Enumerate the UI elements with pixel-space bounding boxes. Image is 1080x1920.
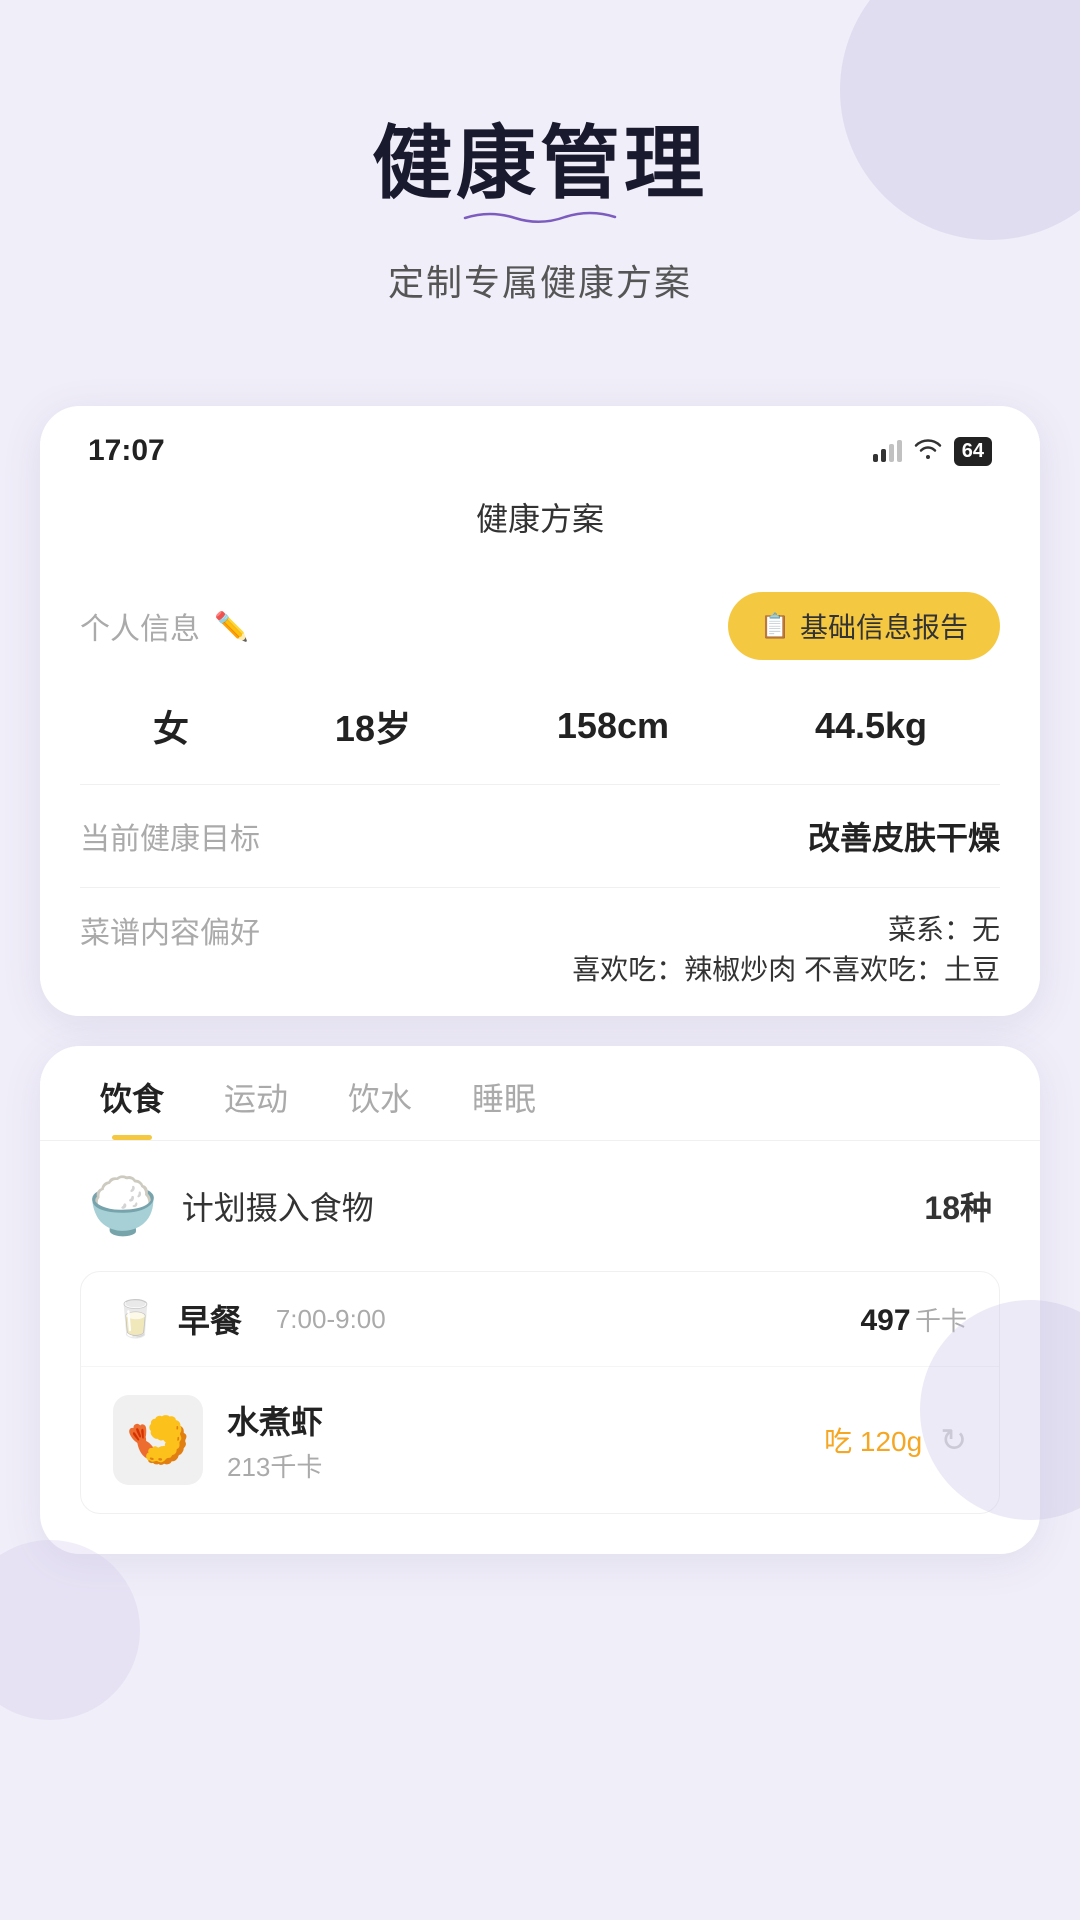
report-button[interactable]: 📋 基础信息报告 (728, 592, 1000, 660)
meal-name: 早餐 (178, 1296, 242, 1342)
phone-card-main: 17:07 64 健康方案 个人信息 ✏️ (40, 406, 1040, 1016)
status-bar: 17:07 64 (40, 406, 1040, 484)
food-bowl-icon: 🍚 (88, 1173, 158, 1239)
report-icon: 📋 (760, 612, 790, 641)
meal-header: 🥛 早餐 7:00-9:00 497 千卡 (81, 1272, 999, 1367)
food-plan-left: 🍚 计划摄入食物 (88, 1173, 374, 1239)
cuisine-line2: 喜欢吃：辣椒炒肉 不喜欢吃：土豆 (572, 948, 1000, 988)
meal-header-left: 🥛 早餐 7:00-9:00 (113, 1296, 386, 1342)
personal-info-label: 个人信息 ✏️ (80, 604, 249, 648)
page-subtitle: 定制专属健康方案 (40, 254, 1040, 306)
food-item-right: 吃 120g ↻ (824, 1420, 967, 1460)
refresh-icon[interactable]: ↻ (940, 1421, 967, 1459)
stat-height: 158cm (557, 705, 669, 747)
meal-icon: 🥛 (113, 1298, 158, 1340)
cuisine-line1: 菜系：无 (888, 908, 1000, 948)
food-info: 水煮虾 213千卡 (227, 1397, 323, 1484)
stat-gender: 女 (153, 700, 189, 752)
cuisine-values: 菜系：无 喜欢吃：辣椒炒肉 不喜欢吃：土豆 (572, 908, 1000, 988)
stat-age: 18岁 (335, 700, 411, 752)
signal-icon (873, 440, 902, 462)
stats-row: 女 18岁 158cm 44.5kg (40, 680, 1040, 784)
page-bottom-spacer (0, 1554, 1080, 1614)
wifi-icon (914, 437, 942, 466)
food-name: 水煮虾 (227, 1397, 323, 1443)
cuisine-row: 菜谱内容偏好 菜系：无 喜欢吃：辣椒炒肉 不喜欢吃：土豆 (40, 888, 1040, 1016)
meal-calories: 497 (860, 1304, 910, 1337)
status-time: 17:07 (88, 434, 165, 468)
nav-title: 健康方案 (40, 484, 1040, 564)
food-amount: 吃 120g (824, 1420, 922, 1460)
meal-cal-unit: 千卡 (915, 1306, 967, 1336)
health-goal-label: 当前健康目标 (80, 814, 260, 858)
title-underline (380, 208, 700, 226)
food-plan-label: 计划摄入食物 (182, 1183, 374, 1229)
second-card: 饮食 运动 饮水 睡眠 🍚 计划摄入食物 18种 🥛 早餐 7:00-9:00 … (40, 1046, 1040, 1554)
food-plan-count: 18种 (924, 1183, 992, 1229)
status-icons: 64 (873, 437, 992, 466)
meal-card-breakfast: 🥛 早餐 7:00-9:00 497 千卡 🍤 水煮虾 213千卡 (80, 1271, 1000, 1514)
tabs-container: 饮食 运动 饮水 睡眠 (40, 1046, 1040, 1141)
meal-time: 7:00-9:00 (276, 1304, 386, 1335)
page-title: 健康管理 (40, 120, 1040, 208)
food-plan-row: 🍚 计划摄入食物 18种 (40, 1141, 1040, 1271)
food-calories: 213千卡 (227, 1447, 323, 1484)
tab-water[interactable]: 饮水 (348, 1074, 412, 1140)
stat-weight: 44.5kg (815, 705, 927, 747)
health-goal-row: 当前健康目标 改善皮肤干燥 (40, 785, 1040, 887)
edit-icon[interactable]: ✏️ (214, 610, 249, 643)
health-goal-value: 改善皮肤干燥 (808, 813, 1000, 859)
meal-calories-section: 497 千卡 (860, 1301, 967, 1338)
cuisine-label: 菜谱内容偏好 (80, 908, 260, 952)
food-item-shrimp: 🍤 水煮虾 213千卡 吃 120g ↻ (81, 1367, 999, 1513)
food-image-shrimp: 🍤 (113, 1395, 203, 1485)
tab-diet[interactable]: 饮食 (100, 1074, 164, 1140)
bottom-spacer (40, 1514, 1040, 1554)
tab-exercise[interactable]: 运动 (224, 1074, 288, 1140)
food-item-left: 🍤 水煮虾 213千卡 (113, 1395, 323, 1485)
tab-sleep[interactable]: 睡眠 (472, 1074, 536, 1140)
battery-icon: 64 (954, 437, 992, 466)
header: 健康管理 定制专属健康方案 (0, 0, 1080, 366)
personal-info-header: 个人信息 ✏️ 📋 基础信息报告 (40, 564, 1040, 680)
